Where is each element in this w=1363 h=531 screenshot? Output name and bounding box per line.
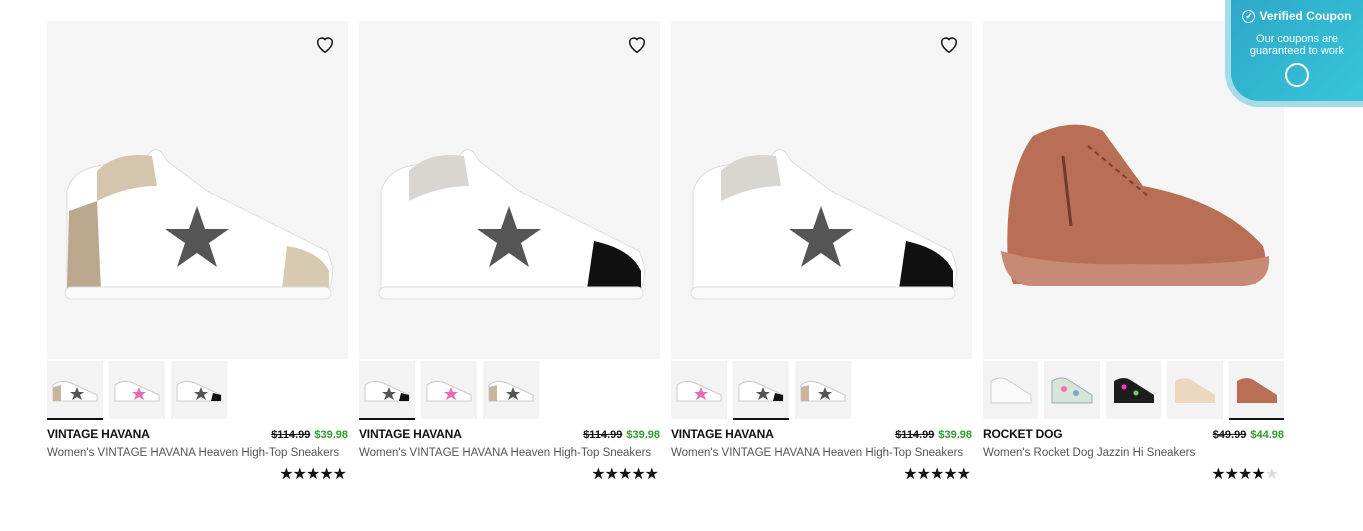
brand-name[interactable]: VINTAGE HAVANA xyxy=(359,427,462,441)
thumbnail-boot xyxy=(1051,377,1093,404)
brand-name[interactable]: VINTAGE HAVANA xyxy=(671,427,774,441)
thumbnail-shoe xyxy=(488,380,534,402)
product-image[interactable] xyxy=(671,21,972,359)
thumbnail-boot xyxy=(990,377,1032,404)
product-title[interactable]: Women's VINTAGE HAVANA Heaven High-Top S… xyxy=(671,447,972,459)
thumbnail[interactable] xyxy=(795,361,851,419)
product-card[interactable]: VINTAGE HAVANA $114.99 $39.98 Women's VIN… xyxy=(47,21,348,483)
check-circle-icon: ✓ xyxy=(1242,9,1256,23)
verified-coupon-badge[interactable]: ✓ Verified Coupon Our coupons are guaran… xyxy=(1225,0,1363,107)
heart-icon[interactable] xyxy=(314,33,336,55)
thumbnail-shoe xyxy=(676,380,722,402)
sneaker-image xyxy=(690,149,957,300)
thumbnail[interactable] xyxy=(1228,361,1285,420)
thumbnail[interactable] xyxy=(1105,361,1162,419)
price-row: VINTAGE HAVANA $114.99 $39.98 xyxy=(47,427,348,441)
product-card[interactable]: VINTAGE HAVANA $114.99 $39.98 Women's VIN… xyxy=(359,21,660,483)
thumbnail[interactable] xyxy=(983,361,1039,419)
star-rating: ★★★★★ xyxy=(903,466,971,483)
thumbnail-shoe xyxy=(52,380,98,402)
price-row: VINTAGE HAVANA $114.99 $39.98 xyxy=(671,427,972,441)
star-rating: ★★★★★ xyxy=(1211,466,1279,483)
star-rating: ★★★★★ xyxy=(279,466,347,483)
original-price: $49.99 xyxy=(1212,429,1247,441)
star-rating: ★★★★★ xyxy=(591,466,659,483)
thumbnail-shoe xyxy=(800,380,846,402)
sale-price: $39.98 xyxy=(938,429,972,441)
sneaker-image xyxy=(378,149,645,300)
thumbnail-boot xyxy=(1113,378,1154,403)
brand-name[interactable]: VINTAGE HAVANA xyxy=(47,427,150,441)
thumbnail-strip xyxy=(671,361,972,420)
thumbnail-strip xyxy=(983,361,1285,420)
thumbnail-shoe xyxy=(114,380,160,402)
product-image[interactable] xyxy=(47,21,348,359)
heart-icon[interactable] xyxy=(938,33,960,55)
coupon-text: Our coupons are guaranteed to work xyxy=(1249,33,1345,57)
thumbnail[interactable] xyxy=(359,361,415,420)
coupon-title: Verified Coupon xyxy=(1259,9,1352,23)
original-price: $114.99 xyxy=(271,429,311,441)
thumbnail[interactable] xyxy=(421,361,477,419)
product-card[interactable]: VINTAGE HAVANA $114.99 $39.98 Women's VIN… xyxy=(671,21,972,483)
thumbnail-strip xyxy=(359,361,660,420)
price: $49.99 $44.98 xyxy=(1213,429,1284,441)
thumbnail[interactable] xyxy=(733,361,789,420)
product-grid: VINTAGE HAVANA $114.99 $39.98 Women's VIN… xyxy=(47,21,1285,483)
original-price: $114.99 xyxy=(895,429,935,441)
thumbnail[interactable] xyxy=(109,361,165,419)
price: $114.99 $39.98 xyxy=(895,429,972,441)
thumbnail[interactable] xyxy=(1044,361,1100,419)
product-title[interactable]: Women's VINTAGE HAVANA Heaven High-Top S… xyxy=(359,447,660,459)
thumbnail[interactable] xyxy=(171,361,227,419)
brand-name[interactable]: ROCKET DOG xyxy=(983,427,1063,441)
price-row: VINTAGE HAVANA $114.99 $39.98 xyxy=(359,427,660,441)
thumbnail-shoe xyxy=(426,380,472,402)
price: $114.99 $39.98 xyxy=(271,429,348,441)
thumbnail[interactable] xyxy=(1167,361,1223,419)
thumbnail[interactable] xyxy=(671,361,727,419)
coupon-header: ✓ Verified Coupon xyxy=(1231,9,1363,23)
price-row: ROCKET DOG $49.99 $44.98 xyxy=(983,427,1284,441)
thumbnail[interactable] xyxy=(47,361,103,420)
price: $114.99 $39.98 xyxy=(583,429,660,441)
sale-price: $39.98 xyxy=(314,429,348,441)
thumbnail-shoe xyxy=(176,380,222,402)
original-price: $114.99 xyxy=(583,429,623,441)
boot-image xyxy=(1001,124,1270,286)
product-image[interactable] xyxy=(359,21,660,359)
thumbnail-shoe xyxy=(364,380,410,402)
product-title[interactable]: Women's VINTAGE HAVANA Heaven High-Top S… xyxy=(47,447,348,459)
thumbnail-boot xyxy=(1175,378,1216,403)
sale-price: $44.98 xyxy=(1250,429,1284,441)
coupon-logo-icon xyxy=(1285,63,1309,87)
thumbnail[interactable] xyxy=(483,361,539,419)
sale-price: $39.98 xyxy=(626,429,660,441)
sneaker-image xyxy=(64,149,333,300)
heart-icon[interactable] xyxy=(626,33,648,55)
thumbnail-shoe xyxy=(738,380,784,402)
thumbnail-boot xyxy=(1236,378,1277,403)
product-title[interactable]: Women's Rocket Dog Jazzin Hi Sneakers xyxy=(983,447,1284,459)
thumbnail-strip xyxy=(47,361,348,420)
